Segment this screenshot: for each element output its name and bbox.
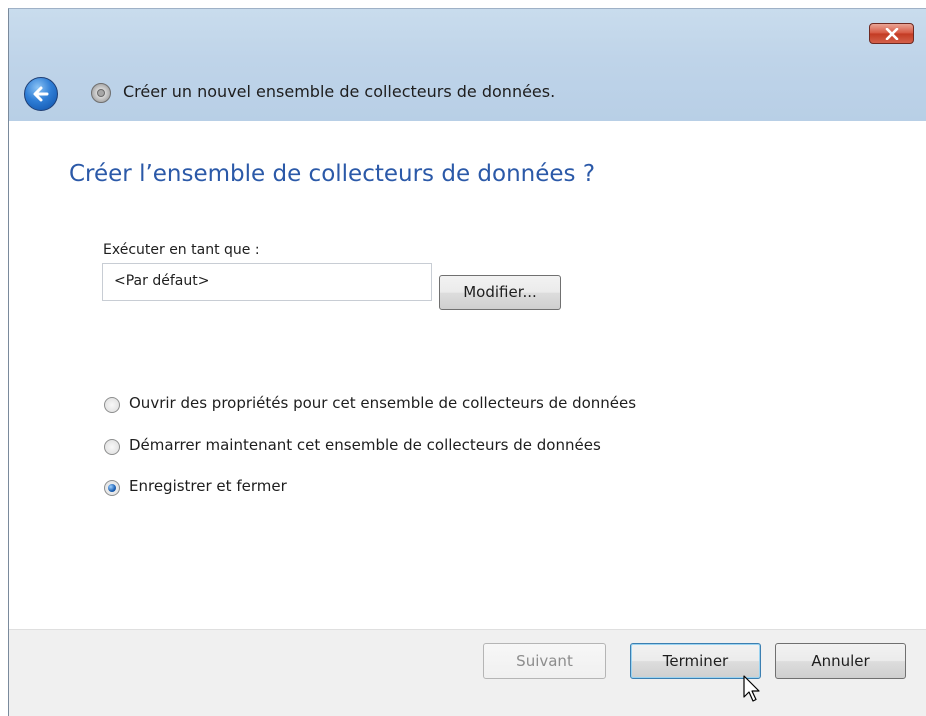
finish-button[interactable]: Terminer bbox=[630, 643, 761, 679]
option-label: Démarrer maintenant cet ensemble de coll… bbox=[129, 436, 601, 454]
wizard-footer: Suivant Terminer Annuler bbox=[9, 629, 926, 716]
close-icon bbox=[885, 28, 899, 40]
back-button[interactable] bbox=[24, 77, 58, 111]
cancel-button[interactable]: Annuler bbox=[775, 643, 906, 679]
close-button[interactable] bbox=[869, 23, 914, 44]
title-bar: Créer un nouvel ensemble de collecteurs … bbox=[9, 9, 926, 121]
wizard-window: Créer un nouvel ensemble de collecteurs … bbox=[8, 8, 926, 716]
radio-save-close[interactable] bbox=[104, 480, 120, 496]
radio-open-properties[interactable] bbox=[104, 397, 120, 413]
radio-start-now[interactable] bbox=[104, 439, 120, 455]
back-arrow-icon bbox=[33, 86, 49, 102]
data-collector-icon bbox=[91, 83, 111, 103]
page-heading: Créer l’ensemble de collecteurs de donné… bbox=[69, 161, 596, 187]
wizard-content: Créer l’ensemble de collecteurs de donné… bbox=[9, 121, 926, 629]
window-title: Créer un nouvel ensemble de collecteurs … bbox=[123, 82, 556, 101]
mouse-cursor-icon bbox=[743, 675, 760, 702]
modify-button[interactable]: Modifier... bbox=[439, 275, 561, 310]
next-button[interactable]: Suivant bbox=[483, 643, 606, 679]
option-label: Enregistrer et fermer bbox=[129, 477, 287, 495]
run-as-label: Exécuter en tant que : bbox=[103, 242, 260, 258]
run-as-field[interactable]: <Par défaut> bbox=[102, 263, 432, 301]
option-label: Ouvrir des propriétés pour cet ensemble … bbox=[129, 394, 637, 412]
